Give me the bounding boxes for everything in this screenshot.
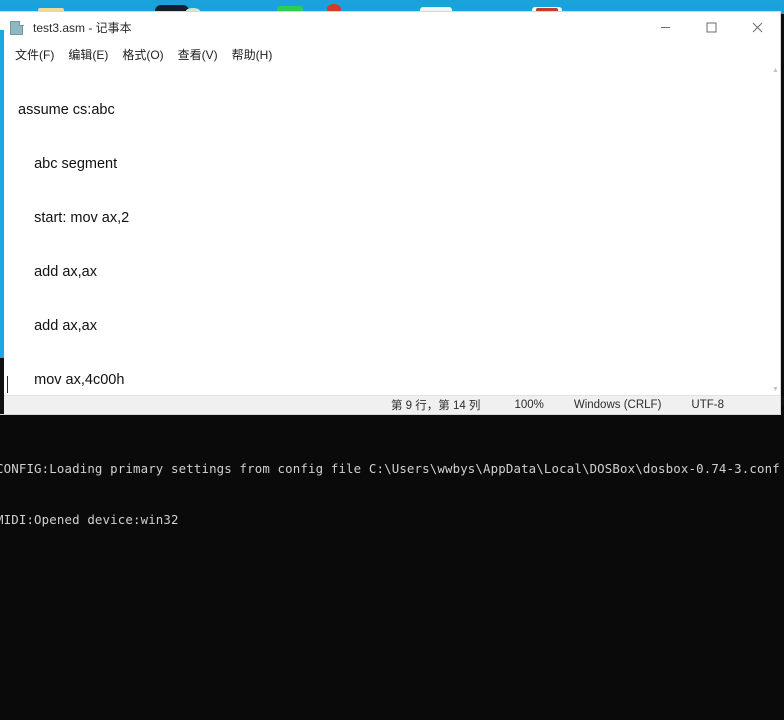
maximize-icon[interactable] [688, 12, 734, 43]
dosbox-console-output: CONFIG:Loading primary settings from con… [0, 426, 784, 562]
scroll-down-arrow-icon[interactable]: ▼ [772, 386, 779, 393]
status-cursor-position[interactable]: 第 9 行，第 14 列 [391, 397, 480, 413]
notepad-statusbar: 第 9 行，第 14 列 100% Windows (CRLF) UTF-8 [0, 395, 780, 414]
menu-edit[interactable]: 编辑(E) [61, 44, 115, 65]
text-cursor [7, 376, 8, 393]
notepad-document-icon [9, 20, 25, 36]
notepad-titlebar[interactable]: test3.asm - 记事本 [0, 12, 780, 43]
code-line: abc segment [18, 156, 118, 172]
underlying-window-left-edge-dark [0, 358, 4, 414]
code-line: add ax,ax [18, 264, 97, 280]
screen-root: CONFIG:Loading primary settings from con… [0, 0, 784, 720]
status-line-ending[interactable]: Windows (CRLF) [574, 399, 662, 411]
vertical-scrollbar[interactable]: ▲ ▼ [771, 65, 780, 395]
status-encoding[interactable]: UTF-8 [691, 399, 724, 411]
menu-help[interactable]: 帮助(H) [225, 44, 280, 65]
notepad-text-area[interactable]: assume cs:abc abc segment start: mov ax,… [1, 65, 771, 395]
console-line: CONFIG:Loading primary settings from con… [0, 461, 780, 476]
dosbox-window[interactable]: CONFIG:Loading primary settings from con… [0, 396, 784, 720]
window-title: test3.asm - 记事本 [33, 21, 132, 35]
menu-format[interactable]: 格式(O) [115, 44, 170, 65]
code-line: mov ax,4c00h [18, 372, 125, 388]
minimize-icon[interactable] [642, 12, 688, 43]
scroll-up-arrow-icon[interactable]: ▲ [772, 67, 779, 74]
menu-file[interactable]: 文件(F) [8, 44, 61, 65]
close-icon[interactable] [734, 12, 780, 43]
code-block: assume cs:abc abc segment start: mov ax,… [18, 65, 129, 395]
code-line: assume cs:abc [18, 102, 115, 118]
status-zoom-level[interactable]: 100% [514, 399, 543, 411]
code-line: add ax,ax [18, 318, 97, 334]
underlying-window-left-edge [0, 30, 4, 382]
notepad-menubar: 文件(F) 编辑(E) 格式(O) 查看(V) 帮助(H) [0, 43, 780, 65]
window-controls [642, 12, 780, 43]
notepad-window[interactable]: test3.asm - 记事本 文件(F) 编辑(E) 格式(O) 查看(V) … [0, 12, 780, 414]
console-line: MIDI:Opened device:win32 [0, 512, 179, 527]
menu-view[interactable]: 查看(V) [171, 44, 225, 65]
code-line: start: mov ax,2 [18, 210, 130, 226]
